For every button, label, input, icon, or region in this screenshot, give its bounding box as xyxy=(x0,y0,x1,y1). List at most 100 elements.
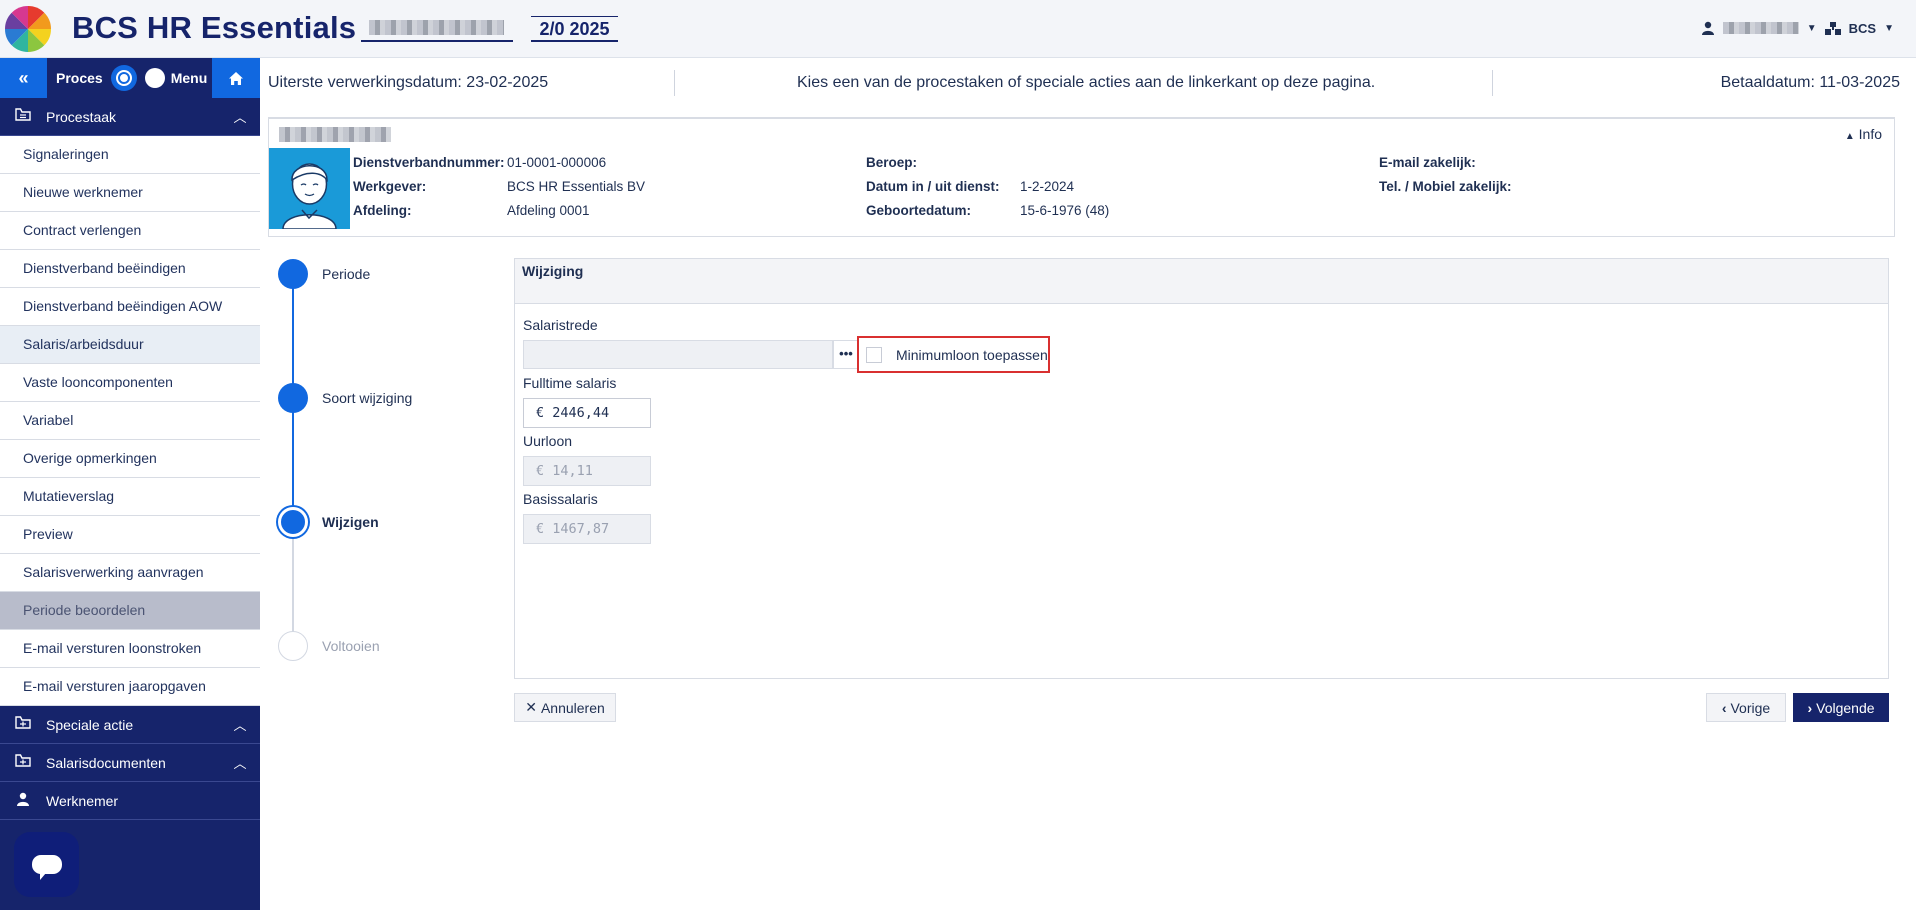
sidebar-item-salaris-arbeidsduur[interactable]: Salaris/arbeidsduur xyxy=(0,326,260,364)
person-icon xyxy=(0,792,46,810)
salaristrede-input[interactable] xyxy=(523,340,833,369)
step-soort-wijziging-label[interactable]: Soort wijziging xyxy=(322,390,412,406)
bcs-logo-icon[interactable] xyxy=(4,5,52,53)
sidebar-item-periode-beoordelen: Periode beoordelen xyxy=(0,592,260,630)
close-icon: ✕ xyxy=(525,699,537,715)
step-periode-dot[interactable] xyxy=(278,259,308,289)
user-dropdown-caret-icon[interactable]: ▼ xyxy=(1807,23,1817,34)
sidebar-item-vaste-looncomponenten[interactable]: Vaste looncomponenten xyxy=(0,364,260,402)
organization-icon[interactable] xyxy=(1824,21,1841,35)
home-icon xyxy=(229,71,243,85)
step-voltooien-label: Voltooien xyxy=(322,638,380,654)
caret-up-icon: ▲ xyxy=(1844,131,1855,142)
step-voltooien-dot xyxy=(278,631,308,661)
step-soort-wijziging-dot[interactable] xyxy=(278,383,308,413)
step-wijzigen-label: Wijzigen xyxy=(322,514,379,530)
fulltime-salaris-input[interactable]: € 2446,44 xyxy=(523,398,651,428)
process-info-bar: Uiterste verwerkingsdatum: 23-02-2025 Ki… xyxy=(268,70,1900,98)
sidebar-item-variabel[interactable]: Variabel xyxy=(0,402,260,440)
mode-proces-label[interactable]: Proces xyxy=(56,70,103,86)
collapse-sidebar-button[interactable]: « xyxy=(0,58,47,98)
basissalaris-label: Basissalaris xyxy=(523,491,598,507)
user-area: ▼ BCS ▼ xyxy=(1701,18,1894,38)
sidebar-item-email-loonstroken[interactable]: E-mail versturen loonstroken xyxy=(0,630,260,668)
chat-button[interactable] xyxy=(14,832,79,897)
organization-label[interactable]: BCS xyxy=(1849,21,1876,36)
employee-fields-col3: E-mail zakelijk: Tel. / Mobiel zakelijk: xyxy=(1379,155,1549,203)
sidebar-item-salarisverwerking-aanvragen[interactable]: Salarisverwerking aanvragen xyxy=(0,554,260,592)
period-selector[interactable]: 2/0 2025 xyxy=(531,16,618,42)
sidebar-item-preview[interactable]: Preview xyxy=(0,516,260,554)
mode-menu-label[interactable]: Menu xyxy=(171,70,208,86)
panel-title: Wijziging xyxy=(515,259,1888,304)
afdeling-label: Afdeling: xyxy=(353,203,412,218)
divider xyxy=(674,70,675,96)
mode-proces-radio[interactable] xyxy=(110,65,137,91)
section-werknemer-label: Werknemer xyxy=(46,792,119,809)
email-zakelijk-label: E-mail zakelijk: xyxy=(1379,155,1476,170)
sidebar-item-mutatieverslag[interactable]: Mutatieverslag xyxy=(0,478,260,516)
minimumloon-checkbox[interactable] xyxy=(866,346,882,363)
section-salarisdocumenten-label: Salarisdocumenten xyxy=(46,754,166,771)
step-periode-label[interactable]: Periode xyxy=(322,266,370,282)
dienstverband-label: Dienstverbandnummer: xyxy=(353,155,505,170)
employee-avatar xyxy=(269,148,350,229)
datum-dienst-value: 1-2-2024 xyxy=(1020,179,1075,194)
section-speciale-actie[interactable]: Speciale actie ︿ xyxy=(0,706,260,744)
sidebar-item-dienstverband-beeindigen-aow[interactable]: Dienstverband beëindigen AOW xyxy=(0,288,260,326)
mode-menu-radio[interactable] xyxy=(144,68,165,88)
sidebar-top-bar: « Proces Menu xyxy=(0,58,260,98)
sidebar: « Proces Menu Procestaak ︿ Signaleringen… xyxy=(0,58,260,910)
chevron-right-icon: › xyxy=(1807,699,1813,716)
user-icon[interactable] xyxy=(1701,21,1715,35)
process-folder-icon xyxy=(0,107,46,126)
sidebar-item-dienstverband-beeindigen[interactable]: Dienstverband beëindigen xyxy=(0,250,260,288)
section-werknemer[interactable]: Werknemer xyxy=(0,782,260,820)
sidebar-item-overige-opmerkingen[interactable]: Overige opmerkingen xyxy=(0,440,260,478)
minimumloon-label[interactable]: Minimumloon toepassen xyxy=(896,347,1048,363)
minimumloon-toggle[interactable]: Minimumloon toepassen xyxy=(857,336,1050,373)
afdeling-value: Afdeling 0001 xyxy=(507,203,590,218)
chevron-up-icon[interactable]: ︿ xyxy=(220,715,260,734)
procestaak-menu: Signaleringen Nieuwe werknemer Contract … xyxy=(0,136,260,706)
deadline-text: Uiterste verwerkingsdatum: 23-02-2025 xyxy=(268,74,549,91)
fulltime-salaris-label: Fulltime salaris xyxy=(523,375,617,391)
employee-fields-col2: Beroep: Datum in / uit dienst: 1-2-2024 G… xyxy=(866,155,1109,227)
step-wijzigen-dot xyxy=(278,507,308,537)
mode-toggle[interactable]: Proces Menu xyxy=(47,58,212,98)
salaristrede-lookup-button[interactable]: ••• xyxy=(833,340,859,369)
chat-bubble-icon xyxy=(31,855,62,880)
sidebar-item-nieuwe-werknemer[interactable]: Nieuwe werknemer xyxy=(0,174,260,212)
chevron-up-icon[interactable]: ︿ xyxy=(220,753,260,772)
salaristrede-label: Salaristrede xyxy=(523,317,598,333)
uurloon-field: € 14,11 xyxy=(523,456,651,486)
redacted-username[interactable] xyxy=(1722,22,1799,34)
section-salarisdocumenten[interactable]: Salarisdocumenten ︿ xyxy=(0,744,260,782)
dienstverband-value: 01-0001-000006 xyxy=(507,155,607,170)
sidebar-item-email-jaaropgaven[interactable]: E-mail versturen jaaropgaven xyxy=(0,668,260,706)
stepper-line-pending xyxy=(292,522,294,646)
cancel-button[interactable]: ✕ Annuleren xyxy=(514,693,616,722)
special-action-folder-icon xyxy=(0,715,46,734)
beroep-label: Beroep: xyxy=(866,155,918,170)
client-selector[interactable] xyxy=(361,16,513,42)
uurloon-label: Uurloon xyxy=(523,433,573,449)
geboortedatum-label: Geboortedatum: xyxy=(866,203,972,218)
redacted-employee-name xyxy=(279,127,391,142)
geboortedatum-value: 15-6-1976 (48) xyxy=(1020,203,1110,218)
section-procestaak[interactable]: Procestaak ︿ xyxy=(0,98,260,136)
previous-button[interactable]: ‹ Vorige xyxy=(1706,693,1786,722)
sidebar-item-signaleringen[interactable]: Signaleringen xyxy=(0,136,260,174)
redacted-client-name xyxy=(369,20,504,35)
employee-card: ▲ Info Dienstverbandnummer: 01-0001-00000… xyxy=(268,117,1895,237)
home-button[interactable] xyxy=(212,58,260,98)
documents-folder-icon xyxy=(0,753,46,772)
datum-dienst-label: Datum in / uit dienst: xyxy=(866,179,1000,194)
wijziging-panel: Wijziging Salaristrede ••• Minimumloon t… xyxy=(514,258,1889,679)
info-toggle[interactable]: ▲ Info xyxy=(1845,126,1882,142)
org-dropdown-caret-icon[interactable]: ▼ xyxy=(1884,23,1894,34)
next-button[interactable]: › Volgende xyxy=(1793,693,1889,722)
chevron-up-icon[interactable]: ︿ xyxy=(220,107,260,126)
instruction-text: Kies een van de procestaken of speciale … xyxy=(797,74,1376,91)
sidebar-item-contract-verlengen[interactable]: Contract verlengen xyxy=(0,212,260,250)
